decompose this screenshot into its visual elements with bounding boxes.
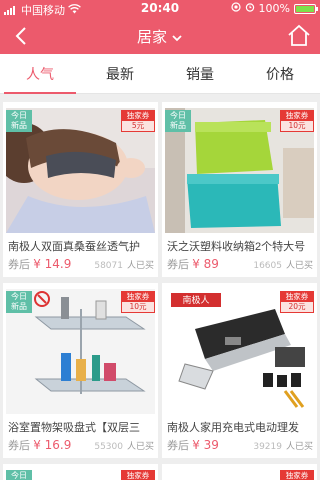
product-card[interactable]: 独家券 20元 南极人 南极人家用充电式电动理发 券后 ¥ 39 39219 人已买: [162, 283, 317, 458]
product-title: 沃之沃塑料收纳箱2个特大号: [167, 241, 306, 253]
top-nav-bar: 居家: [0, 18, 320, 54]
product-price: ¥ 14.9: [33, 257, 72, 271]
product-card[interactable]: 今日 新品 独家券 10元 浴室置物架吸盘式【双层三 券后 ¥ 16.9 553…: [3, 283, 158, 458]
coupon-badge: 独家券: [121, 470, 155, 480]
sold-count: 55300: [94, 442, 123, 452]
coupon-badge: 独家券 10元: [280, 110, 314, 132]
product-title: 南极人家用充电式电动理发: [167, 422, 299, 434]
sold-count: 58071: [94, 261, 123, 271]
new-today-badge: 今日新品: [6, 110, 32, 132]
product-card[interactable]: 独家券: [162, 464, 317, 480]
sold-label: 人已买: [126, 442, 154, 452]
product-grid: 今日 新品 独家券 5元 南极人双面真桑蚕丝透气护 券后 ¥ 14.9 58071 人…: [0, 102, 320, 480]
sold-count: 39219: [253, 442, 282, 452]
home-button[interactable]: [286, 23, 312, 49]
coupon-badge: 独家券: [280, 470, 314, 480]
status-bar: 中国移动 20:40 100%: [0, 0, 320, 18]
product-price: ¥ 89: [192, 257, 219, 271]
new-today-badge: 今日新品: [6, 291, 32, 313]
tab-price[interactable]: 价格: [240, 54, 320, 93]
location-icon: [230, 2, 241, 15]
after-coupon-label: 券后: [167, 439, 189, 452]
after-coupon-label: 券后: [8, 439, 30, 452]
category-selector[interactable]: 居家: [0, 26, 320, 47]
battery-icon: [294, 3, 318, 14]
product-price: ¥ 16.9: [33, 438, 72, 452]
product-card[interactable]: 今日 新品 独家券 10元 沃之沃塑料收纳箱2个特大号 券后 ¥ 89 16605 人…: [162, 102, 317, 277]
new-today-badge: 今日新品: [6, 470, 32, 480]
coupon-badge: 独家券 5元: [121, 110, 155, 132]
tab-newest[interactable]: 最新: [80, 54, 160, 93]
tab-popular[interactable]: 人气: [0, 54, 80, 94]
after-coupon-label: 券后: [167, 258, 189, 271]
product-card[interactable]: 今日新品 独家券: [3, 464, 158, 480]
product-title: 南极人双面真桑蚕丝透气护: [8, 241, 140, 253]
chevron-down-icon: [172, 35, 182, 42]
product-card[interactable]: 今日 新品 独家券 5元 南极人双面真桑蚕丝透气护 券后 ¥ 14.9 58071 人…: [3, 102, 158, 277]
sold-label: 人已买: [285, 261, 313, 271]
sold-label: 人已买: [126, 261, 154, 271]
home-icon: [288, 24, 310, 46]
new-today-badge: 今日新品: [165, 110, 191, 132]
product-title: 浴室置物架吸盘式【双层三: [8, 422, 140, 434]
tab-sales[interactable]: 销量: [160, 54, 240, 93]
brand-logo-text: 南极人: [182, 294, 209, 306]
sold-label: 人已买: [285, 442, 313, 452]
battery-percent: 100%: [258, 2, 290, 15]
sold-count: 16605: [253, 261, 282, 271]
sort-tabs: 人气 最新 销量 价格: [0, 54, 320, 94]
product-price: ¥ 39: [192, 438, 219, 452]
coupon-badge: 独家券 20元: [280, 291, 314, 313]
alarm-icon: [245, 2, 255, 15]
coupon-badge: 独家券 10元: [121, 291, 155, 313]
after-coupon-label: 券后: [8, 258, 30, 271]
page-title: 居家: [136, 29, 167, 46]
